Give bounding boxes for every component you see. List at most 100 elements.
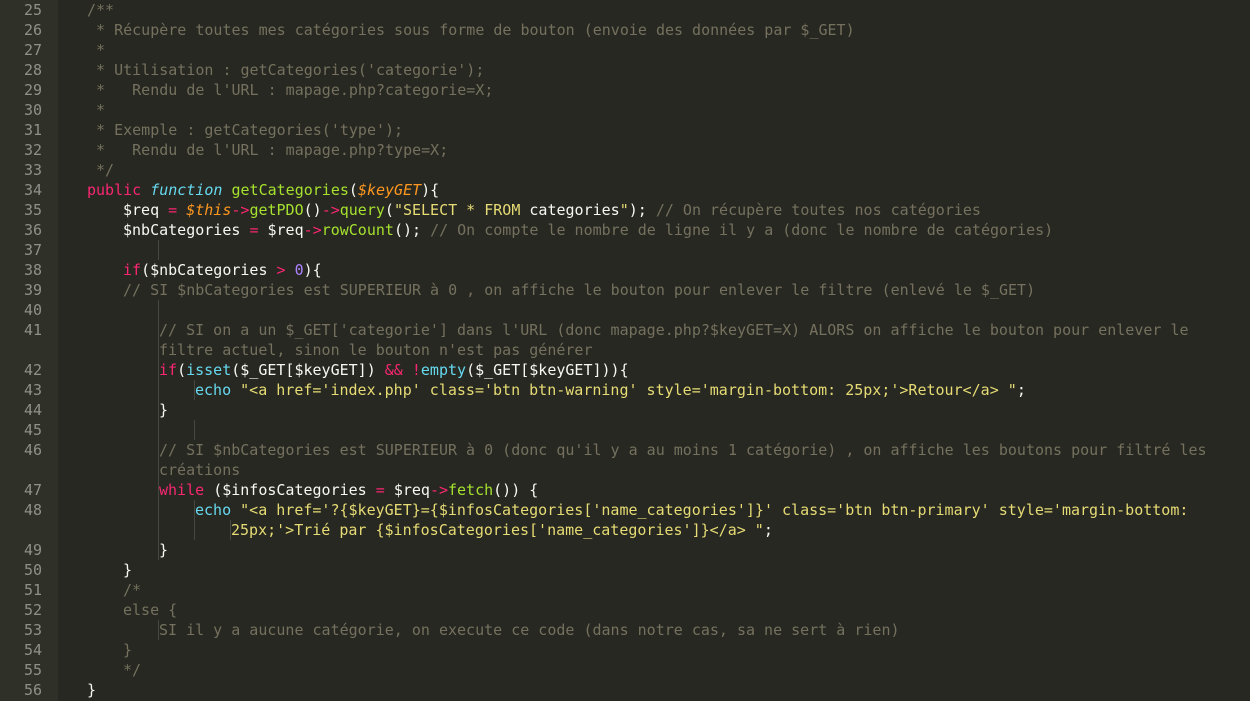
code-token: * Utilisation : getCategories('categorie… bbox=[87, 61, 485, 79]
code-line[interactable]: 38 if($nbCategories > 0){ bbox=[0, 260, 1250, 280]
code-line[interactable]: 52 else { bbox=[0, 600, 1250, 620]
code-token: = bbox=[249, 221, 268, 239]
line-number: 37 bbox=[23, 241, 42, 259]
code-line[interactable]: 46 // SI $nbCategories est SUPERIEUR à 0 … bbox=[0, 440, 1250, 460]
code-text: else { bbox=[123, 600, 177, 620]
code-token: */ bbox=[123, 661, 142, 679]
code-line[interactable]: 45 bbox=[0, 420, 1250, 440]
line-number: 26 bbox=[23, 21, 42, 39]
line-number: 52 bbox=[23, 601, 42, 619]
code-token: (); bbox=[393, 221, 431, 239]
code-token: * Exemple : getCategories('type'); bbox=[87, 121, 404, 139]
code-line[interactable]: 25px;'>Trié par {$infosCategories['name_… bbox=[0, 520, 1250, 540]
code-line[interactable]: 39 // SI $nbCategories est SUPERIEUR à 0 … bbox=[0, 280, 1250, 300]
line-number: 28 bbox=[23, 61, 42, 79]
line-number: 41 bbox=[23, 321, 42, 339]
code-line[interactable]: 44} bbox=[0, 400, 1250, 420]
code-text: $nbCategories = $req->rowCount(); // On … bbox=[123, 220, 1053, 240]
code-line[interactable]: 50} bbox=[0, 560, 1250, 580]
code-token: = bbox=[375, 481, 394, 499]
code-line[interactable]: 25 /** bbox=[0, 0, 1250, 20]
code-token: ){ bbox=[421, 181, 440, 199]
code-line[interactable]: 48 echo "<a href='?{$keyGET}={$infosCateg… bbox=[0, 500, 1250, 520]
code-line[interactable]: 51 /* bbox=[0, 580, 1250, 600]
code-line[interactable]: 30 * bbox=[0, 100, 1250, 120]
code-token: isset bbox=[186, 361, 232, 379]
code-line[interactable]: 47 while ($infosCategories = $req->fetch(… bbox=[0, 480, 1250, 500]
line-number: 27 bbox=[23, 41, 42, 59]
indent-guide bbox=[158, 300, 159, 320]
code-token: fetch bbox=[448, 481, 494, 499]
code-text: // SI on a un $_GET['categorie'] dans l'… bbox=[159, 320, 1189, 340]
line-number: 35 bbox=[23, 201, 42, 219]
code-token: if bbox=[159, 361, 178, 379]
code-token: "SELECT * FROM bbox=[393, 201, 530, 219]
code-line[interactable]: 35 $req = $this->getPDO()->query("SELECT … bbox=[0, 200, 1250, 220]
code-token: ($_GET[$keyGET])){ bbox=[466, 361, 629, 379]
code-line[interactable]: 53 SI il y a aucune catégorie, on execute… bbox=[0, 620, 1250, 640]
code-token: () bbox=[303, 201, 322, 219]
code-text: 25px;'>Trié par {$infosCategories['name_… bbox=[231, 520, 773, 540]
code-token: ( bbox=[177, 361, 187, 379]
code-token: /* bbox=[123, 581, 142, 599]
code-editor[interactable]: 25/** 26 * Récupère toutes mes catégories… bbox=[0, 0, 1250, 701]
code-token: // On récupère toutes nos catégories bbox=[655, 201, 981, 219]
code-text: * Rendu de l'URL : mapage.php?type=X; bbox=[87, 140, 448, 160]
code-token: ); bbox=[628, 201, 656, 219]
indent-guide bbox=[158, 380, 159, 400]
code-line[interactable]: 55 */ bbox=[0, 660, 1250, 680]
indent-guide bbox=[158, 520, 159, 540]
code-line[interactable]: 33 */ bbox=[0, 160, 1250, 180]
code-text: filtre actuel, sinon le bouton n'est pas… bbox=[159, 340, 592, 360]
code-token: $keyGET bbox=[357, 181, 422, 199]
code-token: créations bbox=[159, 461, 241, 479]
code-line[interactable]: 43 echo "<a href='index.php' class='btn b… bbox=[0, 380, 1250, 400]
code-line[interactable]: créations bbox=[0, 460, 1250, 480]
code-token: * bbox=[87, 41, 106, 59]
code-token: ; bbox=[1016, 381, 1026, 399]
code-text: echo "<a href='?{$keyGET}={$infosCategor… bbox=[195, 500, 1188, 520]
line-number: 54 bbox=[23, 641, 42, 659]
code-line[interactable]: 42 if(isset($_GET[$keyGET]) && !empty($_G… bbox=[0, 360, 1250, 380]
code-line[interactable]: filtre actuel, sinon le bouton n'est pas… bbox=[0, 340, 1250, 360]
code-line[interactable]: 40 bbox=[0, 300, 1250, 320]
code-token: ! bbox=[411, 361, 421, 379]
code-token: -> bbox=[231, 201, 250, 219]
code-text: * Exemple : getCategories('type'); bbox=[87, 120, 403, 140]
code-token: = bbox=[168, 201, 187, 219]
code-line[interactable]: 37 bbox=[0, 240, 1250, 260]
line-number: 47 bbox=[23, 481, 42, 499]
code-token: -> bbox=[321, 201, 340, 219]
line-number: 48 bbox=[23, 501, 42, 519]
code-text: * bbox=[87, 100, 105, 120]
code-token: } bbox=[159, 401, 169, 419]
code-line[interactable]: 54} bbox=[0, 640, 1250, 660]
code-line[interactable]: 41 // SI on a un $_GET['categorie'] dans … bbox=[0, 320, 1250, 340]
code-token: /** bbox=[87, 1, 115, 19]
code-text: if(isset($_GET[$keyGET]) && !empty($_GET… bbox=[159, 360, 629, 380]
code-line[interactable]: 26 * Récupère toutes mes catégories sous… bbox=[0, 20, 1250, 40]
code-text: } bbox=[87, 680, 96, 700]
code-line[interactable]: 29 * Rendu de l'URL : mapage.php?categor… bbox=[0, 80, 1250, 100]
code-text: if($nbCategories > 0){ bbox=[123, 260, 322, 280]
line-number: 42 bbox=[23, 361, 42, 379]
code-token: } bbox=[159, 541, 169, 559]
code-token: -> bbox=[429, 481, 448, 499]
indent-guide bbox=[194, 420, 195, 440]
code-line[interactable]: 27 * bbox=[0, 40, 1250, 60]
code-token: && bbox=[384, 361, 412, 379]
line-number: 32 bbox=[23, 141, 42, 159]
code-text: SI il y a aucune catégorie, on execute c… bbox=[159, 620, 900, 640]
code-text: $req = $this->getPDO()->query("SELECT * … bbox=[123, 200, 981, 220]
code-line[interactable]: 49} bbox=[0, 540, 1250, 560]
code-token: $req bbox=[123, 201, 169, 219]
code-line[interactable]: 34 public function getCategories($keyGET)… bbox=[0, 180, 1250, 200]
code-line[interactable]: 28 * Utilisation : getCategories('catego… bbox=[0, 60, 1250, 80]
code-line[interactable]: 36 $nbCategories = $req->rowCount(); // O… bbox=[0, 220, 1250, 240]
code-token: empty bbox=[420, 361, 467, 379]
line-number: 43 bbox=[23, 381, 42, 399]
code-token: SI il y a aucune catégorie, on execute c… bbox=[159, 621, 900, 639]
code-line[interactable]: 31 * Exemple : getCategories('type'); bbox=[0, 120, 1250, 140]
code-line[interactable]: 32 * Rendu de l'URL : mapage.php?type=X; bbox=[0, 140, 1250, 160]
code-line[interactable]: 56} bbox=[0, 680, 1250, 700]
